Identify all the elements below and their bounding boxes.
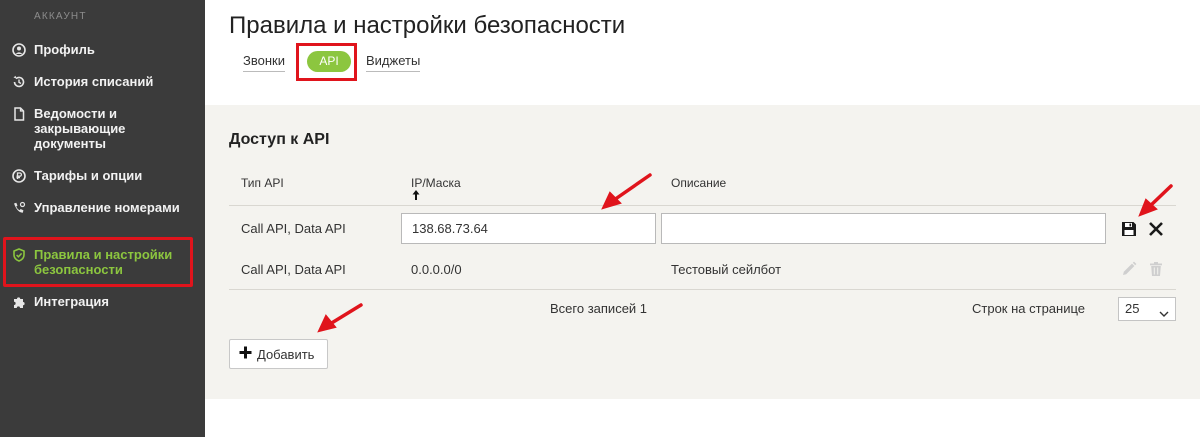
- save-icon[interactable]: [1120, 220, 1138, 238]
- row-ip: 0.0.0.0/0: [411, 262, 462, 277]
- sidebar: АККАУНТ Профиль История списаний Ведомос…: [0, 0, 205, 437]
- highlight-frame-api-tab: [296, 43, 357, 81]
- sidebar-item-label: Тарифы и опции: [34, 168, 143, 183]
- rows-per-page-select[interactable]: 25: [1118, 297, 1176, 321]
- total-records: Всего записей 1: [550, 301, 648, 316]
- section-title: Доступ к API: [229, 131, 330, 148]
- column-header-description: Описание: [671, 176, 727, 190]
- rows-per-page-value: 25: [1125, 301, 1140, 316]
- sidebar-header: АККАУНТ: [34, 11, 87, 22]
- sort-arrow-up-icon[interactable]: [410, 188, 422, 200]
- sidebar-item-label: Профиль: [34, 42, 95, 57]
- highlight-frame-security: [3, 237, 193, 287]
- tariff-icon: [12, 169, 26, 183]
- puzzle-icon: [12, 295, 26, 309]
- edit-row-type: Call API, Data API: [241, 221, 346, 236]
- rows-per-page-label: Строк на странице: [972, 301, 1086, 316]
- column-header-type: Тип API: [241, 176, 284, 190]
- description-input[interactable]: [661, 213, 1106, 244]
- sidebar-item-label: История списаний: [34, 74, 154, 89]
- add-button-label: Добавить: [257, 346, 315, 362]
- edit-pencil-icon[interactable]: [1120, 260, 1138, 278]
- user-circle-icon: [12, 43, 26, 57]
- sidebar-item-label: Управление номерами: [34, 200, 180, 215]
- row-type: Call API, Data API: [241, 262, 346, 277]
- ip-mask-input[interactable]: [401, 213, 656, 244]
- tab-widgets[interactable]: Виджеты: [366, 50, 421, 72]
- add-button[interactable]: Добавить: [229, 339, 328, 369]
- sidebar-item-label: Интеграция: [34, 294, 109, 309]
- row-description: Тестовый сейлбот: [671, 262, 782, 277]
- tab-calls[interactable]: Звонки: [243, 50, 285, 72]
- plus-icon: [239, 346, 252, 362]
- table-divider: [229, 205, 1176, 206]
- close-icon[interactable]: [1147, 220, 1165, 238]
- history-icon: [12, 75, 26, 89]
- sidebar-item-label: Ведомости и закрывающие документы: [34, 106, 126, 151]
- chevron-down-icon: [1159, 304, 1169, 317]
- document-icon: [12, 107, 26, 121]
- api-access-panel: [205, 105, 1200, 399]
- trash-icon[interactable]: [1147, 260, 1165, 278]
- table-divider: [229, 289, 1176, 290]
- page-title: Правила и настройки безопасности: [229, 12, 626, 39]
- phone-settings-icon: [12, 201, 26, 215]
